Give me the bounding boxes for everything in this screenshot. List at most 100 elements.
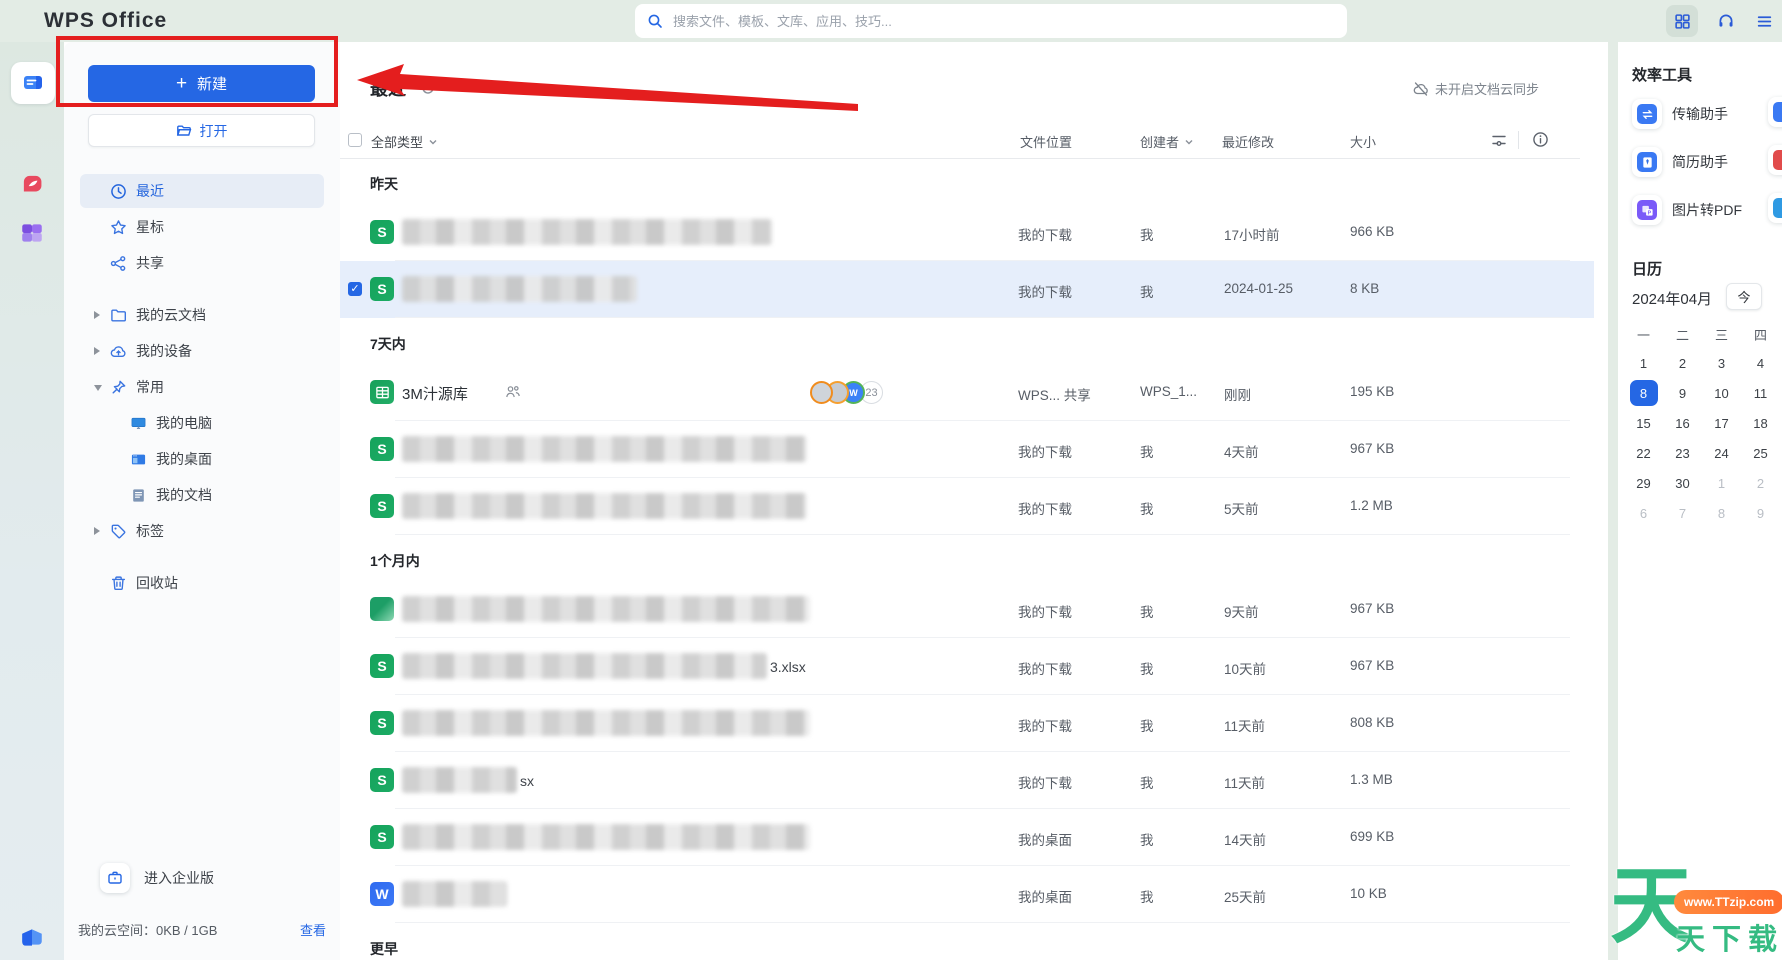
file-location: 我的下载 bbox=[1018, 715, 1072, 735]
file-type-sheet-icon: S bbox=[370, 654, 394, 678]
calendar-day[interactable]: 2 bbox=[1663, 348, 1702, 378]
tool-img2pdf[interactable]: P图片转PDF bbox=[1632, 193, 1782, 227]
right-panel: 效率工具 传输助手简历助手P图片转PDF 日历 2024年04月 今 一二三四1… bbox=[1618, 42, 1782, 960]
refresh-icon[interactable] bbox=[420, 80, 436, 101]
edge-tool-icon[interactable] bbox=[1768, 145, 1782, 175]
calendar-day[interactable]: 22 bbox=[1624, 438, 1663, 468]
calendar-day[interactable]: 10 bbox=[1702, 378, 1741, 408]
file-location: 我的下载 bbox=[1018, 601, 1072, 621]
apps-grid-icon[interactable] bbox=[1666, 5, 1698, 37]
file-row[interactable]: S我的下载我4天前967 KB bbox=[340, 421, 1594, 478]
calendar-day[interactable]: 3 bbox=[1702, 348, 1741, 378]
storage-view-link[interactable]: 查看 bbox=[300, 920, 326, 939]
page-title: 最近 bbox=[370, 75, 406, 101]
rail-docs-icon[interactable] bbox=[11, 62, 55, 104]
collaborator-avatars[interactable]: W23 bbox=[810, 381, 883, 404]
clock-icon bbox=[110, 183, 127, 200]
redacted-file-name bbox=[402, 493, 807, 519]
calendar-day[interactable]: 30 bbox=[1663, 468, 1702, 498]
menu-icon[interactable] bbox=[1748, 5, 1780, 37]
new-document-button[interactable]: + 新建 bbox=[88, 65, 315, 102]
calendar-day[interactable]: 23 bbox=[1663, 438, 1702, 468]
file-row[interactable]: 我的下载我9天前967 KB bbox=[340, 581, 1594, 638]
calendar-today-button[interactable]: 今 bbox=[1726, 283, 1762, 310]
caret-right-icon[interactable] bbox=[94, 347, 100, 355]
calendar-day[interactable]: 9 bbox=[1741, 498, 1780, 528]
search-input[interactable] bbox=[671, 13, 1335, 30]
file-creator: 我 bbox=[1140, 715, 1154, 735]
calendar-day[interactable]: 11 bbox=[1741, 378, 1780, 408]
avatar bbox=[810, 381, 833, 404]
caret-right-icon[interactable] bbox=[94, 311, 100, 319]
calendar-day[interactable]: 7 bbox=[1663, 498, 1702, 528]
caret-right-icon[interactable] bbox=[94, 527, 100, 535]
new-button-label: 新建 bbox=[197, 73, 227, 94]
edge-tool-icon[interactable] bbox=[1768, 193, 1782, 223]
calendar-day[interactable]: 8 bbox=[1702, 498, 1741, 528]
calendar-day[interactable]: 24 bbox=[1702, 438, 1741, 468]
sidebar-item-3[interactable]: 我的云文档 bbox=[80, 298, 324, 332]
file-row[interactable]: Ssx我的下载我11天前1.3 MB bbox=[340, 752, 1594, 809]
redacted-file-name bbox=[402, 276, 637, 302]
sidebar-item-6[interactable]: 我的电脑 bbox=[80, 406, 324, 440]
rail-apps-purple-icon[interactable] bbox=[0, 220, 64, 246]
sidebar-item-7[interactable]: 我的桌面 bbox=[80, 442, 324, 476]
file-creator: 我 bbox=[1140, 829, 1154, 849]
calendar-day[interactable]: 16 bbox=[1663, 408, 1702, 438]
enterprise-entry[interactable]: 进入企业版 bbox=[64, 856, 340, 900]
sidebar-item-5[interactable]: 常用 bbox=[80, 370, 324, 404]
file-row[interactable]: S我的下载我5天前1.2 MB bbox=[340, 478, 1594, 535]
calendar-day[interactable]: 18 bbox=[1741, 408, 1780, 438]
calendar-day[interactable]: 6 bbox=[1624, 498, 1663, 528]
calendar-day-selected[interactable]: 8 bbox=[1624, 378, 1663, 408]
column-header-creator[interactable]: 创建者 bbox=[1140, 132, 1194, 151]
rail-pdf-tools-icon[interactable] bbox=[0, 172, 64, 198]
rail-briefcase-icon[interactable] bbox=[0, 924, 64, 950]
sidebar-item-1[interactable]: 星标 bbox=[80, 210, 324, 244]
file-location: 我的下载 bbox=[1018, 498, 1072, 518]
file-row[interactable]: ✓S我的下载我2024-01-258 KB bbox=[340, 261, 1594, 318]
info-icon[interactable] bbox=[1532, 131, 1549, 151]
sidebar-item-2[interactable]: 共享 bbox=[80, 246, 324, 280]
calendar-day[interactable]: 29 bbox=[1624, 468, 1663, 498]
file-row[interactable]: 3M汁源库W23WPS... 共享WPS_1...刚刚195 KB bbox=[340, 364, 1594, 421]
calendar-day[interactable]: 15 bbox=[1624, 408, 1663, 438]
calendar-day[interactable]: 17 bbox=[1702, 408, 1741, 438]
file-modified: 11天前 bbox=[1224, 715, 1265, 735]
calendar-day[interactable]: 9 bbox=[1663, 378, 1702, 408]
tool-transfer[interactable]: 传输助手 bbox=[1632, 97, 1782, 131]
sidebar-item-9[interactable]: 标签 bbox=[80, 514, 324, 548]
calendar-day[interactable]: 1 bbox=[1702, 468, 1741, 498]
file-row[interactable]: S我的下载我11天前808 KB bbox=[340, 695, 1594, 752]
document-icon bbox=[130, 487, 147, 504]
resume-icon bbox=[1632, 147, 1662, 177]
calendar-day[interactable]: 1 bbox=[1624, 348, 1663, 378]
calendar-day[interactable]: 4 bbox=[1741, 348, 1780, 378]
calendar-day[interactable]: 2 bbox=[1741, 468, 1780, 498]
sidebar-item-0[interactable]: 最近 bbox=[80, 174, 324, 208]
display-settings-icon[interactable] bbox=[1490, 131, 1508, 152]
file-row[interactable]: S我的桌面我14天前699 KB bbox=[340, 809, 1594, 866]
file-type-table-icon bbox=[370, 380, 394, 404]
file-type-image-icon bbox=[370, 597, 394, 621]
cloud-sync-status[interactable]: 未开启文档云同步 bbox=[1413, 79, 1539, 98]
select-all-checkbox[interactable] bbox=[348, 133, 362, 147]
edge-tool-icon[interactable] bbox=[1768, 97, 1782, 127]
support-headset-icon[interactable] bbox=[1710, 5, 1742, 37]
sidebar-item-10[interactable]: 回收站 bbox=[80, 566, 324, 600]
sidebar-item-8[interactable]: 我的文档 bbox=[80, 478, 324, 512]
file-location: 我的下载 bbox=[1018, 441, 1072, 461]
section-label: 1个月内 bbox=[340, 535, 1608, 581]
open-file-button[interactable]: 打开 bbox=[88, 114, 315, 147]
sidebar-item-4[interactable]: 我的设备 bbox=[80, 334, 324, 368]
file-row[interactable]: W我的桌面我25天前10 KB bbox=[340, 866, 1594, 923]
row-checkbox-checked[interactable]: ✓ bbox=[348, 282, 362, 296]
tool-resume[interactable]: 简历助手 bbox=[1632, 145, 1782, 179]
calendar-day[interactable]: 25 bbox=[1741, 438, 1780, 468]
type-filter-dropdown[interactable]: 全部类型 bbox=[371, 132, 438, 151]
file-row[interactable]: S我的下载我17小时前966 KB bbox=[340, 204, 1594, 261]
file-row[interactable]: S3.xlsx我的下载我10天前967 KB bbox=[340, 638, 1594, 695]
caret-down-icon[interactable] bbox=[94, 385, 102, 391]
folder-icon bbox=[110, 307, 127, 324]
global-search[interactable] bbox=[635, 4, 1347, 38]
